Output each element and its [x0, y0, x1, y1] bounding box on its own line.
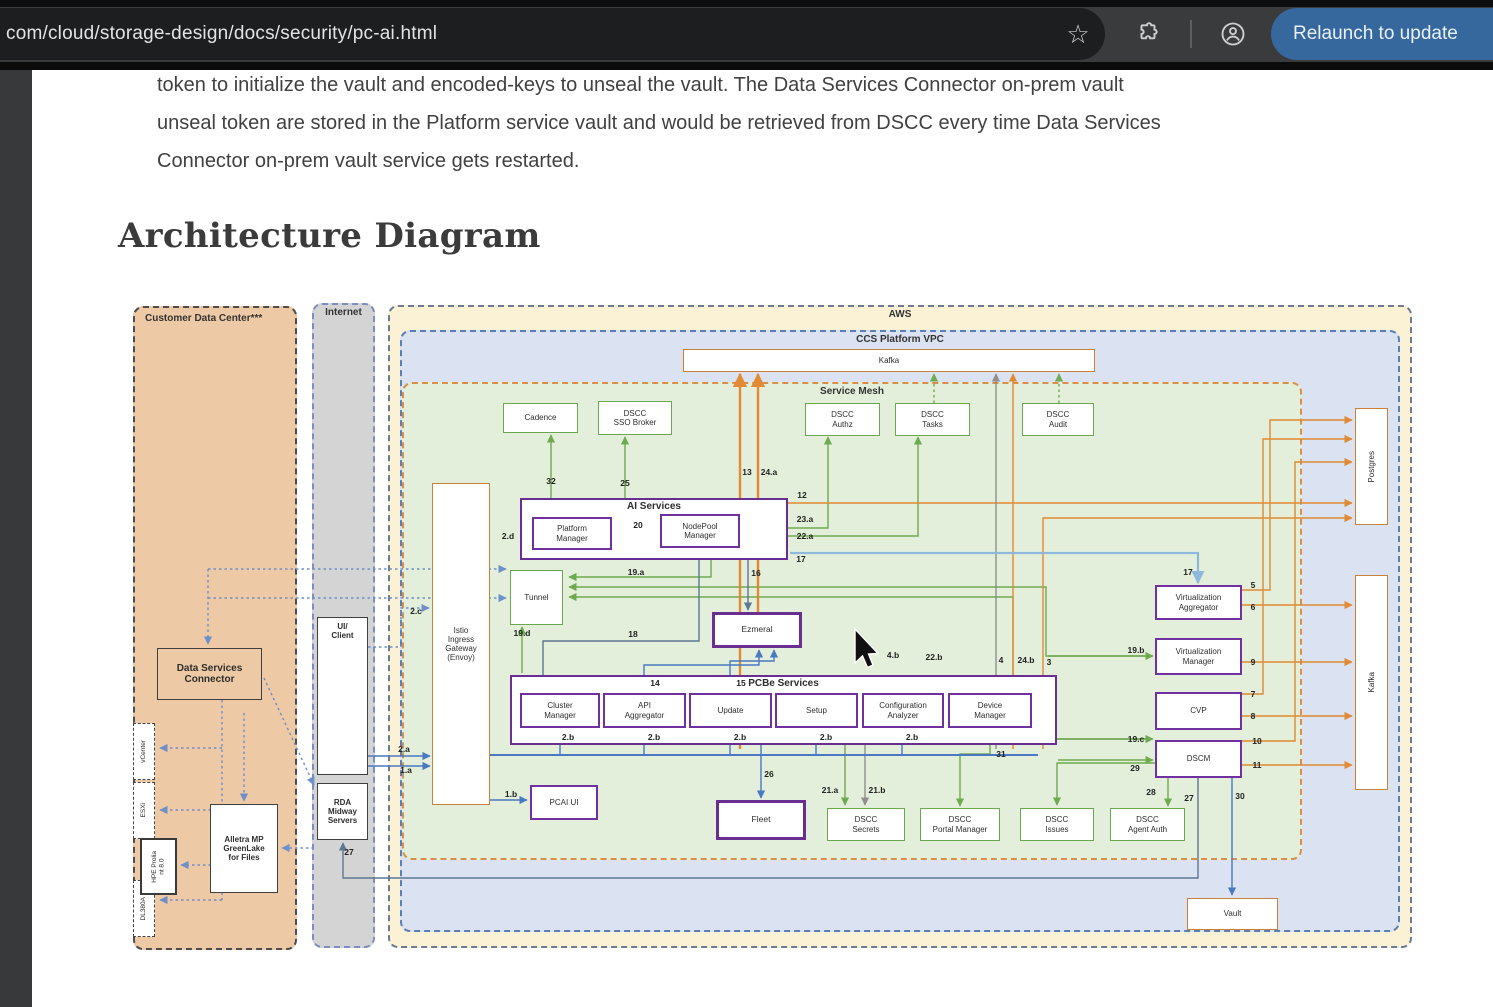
extensions-puzzle-icon[interactable]	[1122, 8, 1174, 60]
section-heading: Architecture Diagram	[118, 216, 541, 256]
body-paragraph: token to initialize the vault and encode…	[157, 66, 1437, 180]
url-bar[interactable]: com/cloud/storage-design/docs/security/p…	[0, 8, 1105, 60]
window-left-edge	[0, 70, 32, 1007]
bookmark-star-icon[interactable]: ☆	[1052, 8, 1104, 60]
toolbar-divider	[1190, 20, 1192, 48]
paragraph-line: unseal token are stored in the Platform …	[157, 104, 1437, 142]
window-top-edge	[0, 0, 1493, 7]
url-text: com/cloud/storage-design/docs/security/p…	[0, 23, 437, 45]
browser-toolbar: com/cloud/storage-design/docs/security/p…	[0, 0, 1493, 62]
profile-icon[interactable]	[1207, 8, 1259, 60]
paragraph-line: token to initialize the vault and encode…	[157, 66, 1437, 104]
architecture-diagram: Customer Data Center***InternetAWSCCS Pl…	[118, 293, 1420, 958]
mouse-cursor	[118, 293, 1420, 958]
relaunch-to-update-button[interactable]: Relaunch to update	[1271, 8, 1493, 60]
paragraph-line: Connector on-prem vault service gets res…	[157, 142, 1437, 180]
